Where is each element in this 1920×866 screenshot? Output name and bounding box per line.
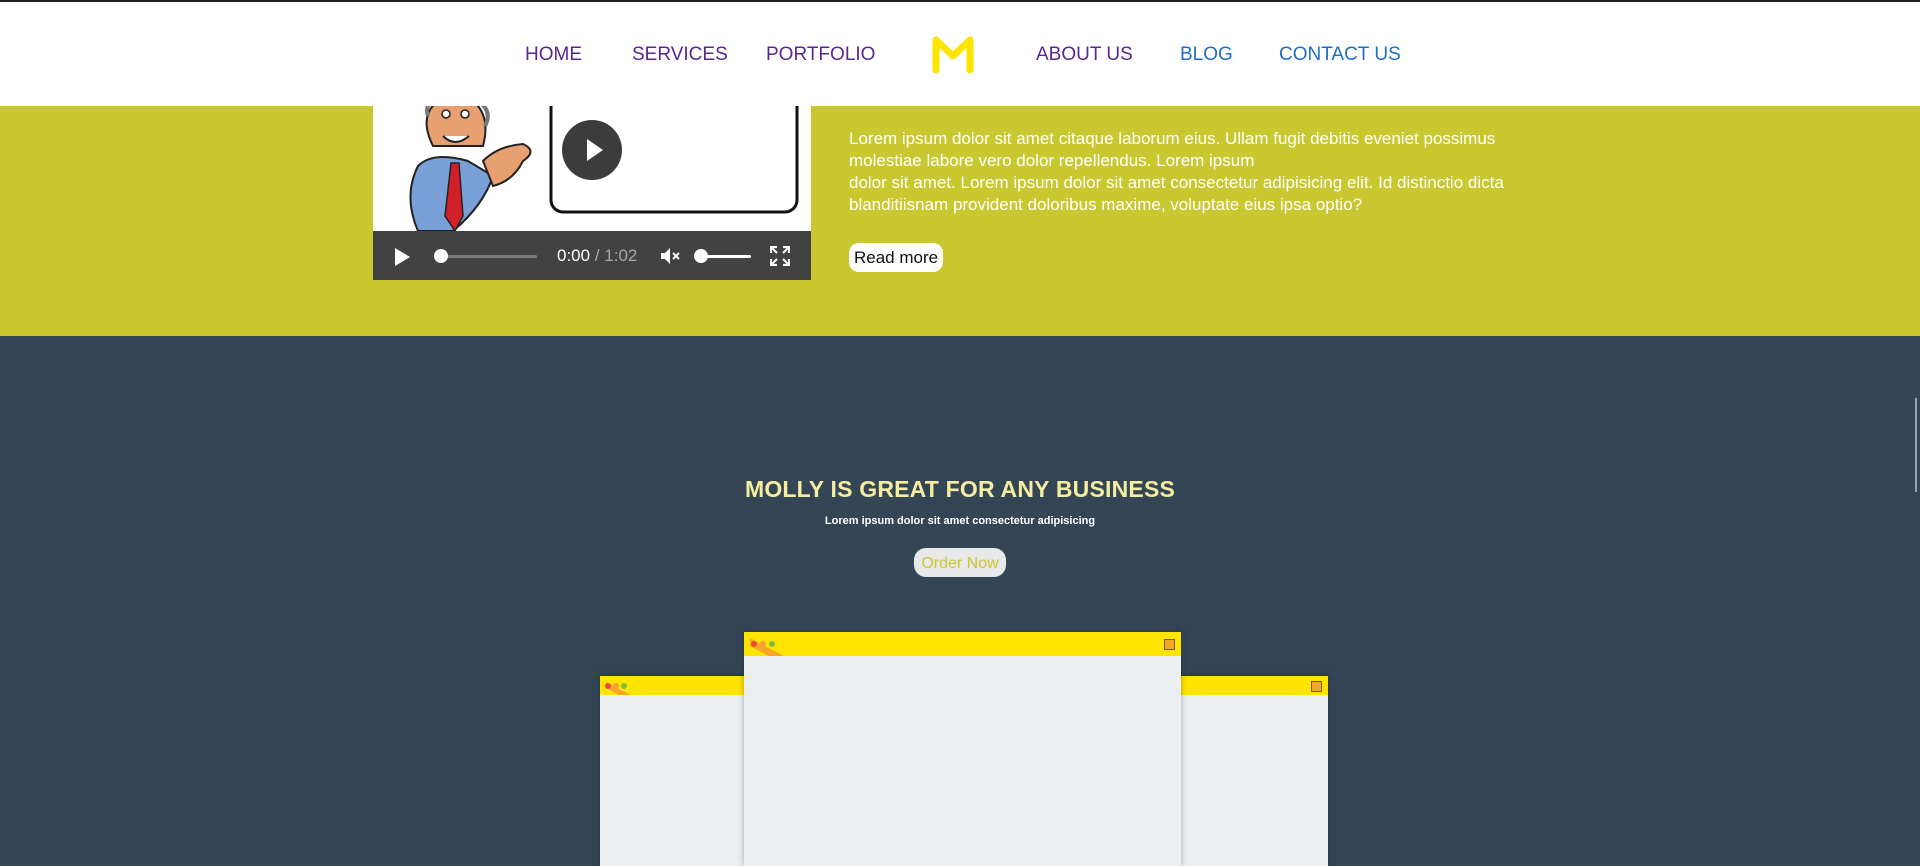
maximize-dot-icon bbox=[621, 683, 627, 689]
scrollbar-thumb[interactable] bbox=[1915, 398, 1917, 492]
top-navigation-bar: HOME SERVICES PORTFOLIO ABOUT US BLOG CO… bbox=[0, 2, 1920, 106]
cartoon-man-illustration bbox=[409, 106, 532, 231]
resize-icon bbox=[1311, 681, 1322, 692]
close-dot-icon bbox=[605, 683, 611, 689]
nav-blog[interactable]: BLOG bbox=[1180, 44, 1233, 66]
section-subtitle: Lorem ipsum dolor sit amet consectetur a… bbox=[824, 515, 1096, 527]
maximize-dot-icon bbox=[769, 641, 775, 647]
nav-about-us[interactable]: ABOUT US bbox=[1036, 44, 1133, 66]
minimize-dot-icon bbox=[613, 683, 619, 689]
volume-handle[interactable] bbox=[694, 249, 708, 263]
description-line: molestiae labore vero dolor repellendus.… bbox=[849, 151, 1255, 170]
video-description: Lorem ipsum dolor sit amet citaque labor… bbox=[849, 128, 1509, 216]
browser-titlebar bbox=[744, 632, 1181, 656]
fullscreen-icon[interactable] bbox=[770, 246, 790, 266]
seek-bar[interactable] bbox=[439, 255, 537, 258]
video-player[interactable]: 0:00 / 1:02 bbox=[373, 106, 811, 280]
current-time: 0:00 bbox=[557, 246, 591, 265]
time-display: 0:00 / 1:02 bbox=[557, 246, 637, 266]
duration: 1:02 bbox=[604, 246, 638, 265]
play-overlay-icon[interactable] bbox=[562, 120, 622, 180]
seek-handle[interactable] bbox=[434, 249, 448, 263]
muted-speaker-icon[interactable] bbox=[659, 246, 681, 266]
read-more-button[interactable]: Read more bbox=[849, 243, 944, 272]
browser-titlebar bbox=[1180, 676, 1328, 695]
resize-icon bbox=[1164, 639, 1175, 650]
time-separator: / bbox=[594, 246, 600, 265]
description-line: Lorem ipsum dolor sit amet citaque labor… bbox=[849, 129, 1496, 148]
nav-home[interactable]: HOME bbox=[525, 44, 582, 66]
browser-mockup-right bbox=[1180, 676, 1328, 866]
order-now-button[interactable]: Order Now bbox=[914, 548, 1006, 577]
close-dot-icon bbox=[751, 641, 757, 647]
description-line: blanditiisnam provident doloribus maxime… bbox=[849, 195, 1363, 214]
minimize-dot-icon bbox=[760, 641, 766, 647]
nav-portfolio[interactable]: PORTFOLIO bbox=[766, 44, 875, 66]
video-controls: 0:00 / 1:02 bbox=[373, 231, 811, 280]
description-line: dolor sit amet. Lorem ipsum dolor sit am… bbox=[849, 173, 1504, 192]
play-icon[interactable] bbox=[395, 248, 410, 266]
section-title: MOLLY IS GREAT FOR ANY BUSINESS bbox=[744, 476, 1176, 502]
m-logo-icon[interactable] bbox=[932, 36, 974, 78]
nav-contact-us[interactable]: CONTACT US bbox=[1279, 44, 1401, 66]
browser-mockup-left bbox=[600, 676, 747, 866]
browser-titlebar bbox=[600, 676, 747, 695]
nav-services[interactable]: SERVICES bbox=[632, 44, 728, 66]
browser-mockup-center bbox=[744, 632, 1181, 866]
